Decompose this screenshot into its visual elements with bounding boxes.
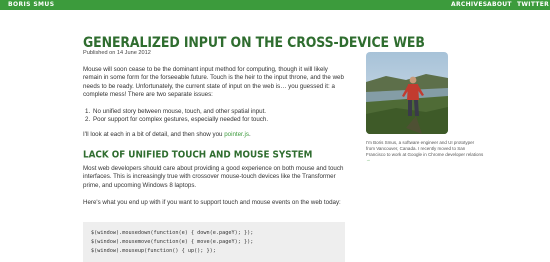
followup-paragraph: I'll look at each in a bit of detail, an… [83, 131, 251, 138]
section-heading: LACK OF UNIFIED TOUCH AND MOUSE SYSTEM [83, 150, 313, 161]
nav-archives-link[interactable]: ARCHIVES [451, 1, 487, 9]
code-block: $(window).mousedown(function(e) { down(e… [83, 222, 345, 262]
code-line: $(window).mousemove(function(e) { move(e… [91, 239, 254, 245]
code-line: $(window).mouseup(function() { up(); }); [91, 248, 216, 254]
publish-date: Published on 14 June 2012 [83, 50, 151, 56]
top-nav-bar: BORIS SMUS ARCHIVES ABOUT TWITTER [0, 0, 550, 10]
code-line: $(window).mousedown(function(e) { down(e… [91, 230, 254, 236]
site-brand-link[interactable]: BORIS SMUS [8, 1, 54, 9]
intro-paragraph: Mouse will soon cease to be the dominant… [83, 66, 344, 98]
nav-about-link[interactable]: ABOUT [487, 1, 512, 9]
list-item: 1. No unified story between mouse, touch,… [85, 108, 267, 115]
pointerjs-link[interactable]: pointer.js [224, 131, 249, 138]
article-title: GENERALIZED INPUT ON THE CROSS-DEVICE WE… [83, 34, 425, 51]
nav-twitter-link[interactable]: TWITTER [517, 1, 549, 9]
bio-more-link[interactable]: → [366, 157, 371, 162]
section-paragraph: Most web developers should care about pr… [83, 165, 344, 189]
section-paragraph-2: Here's what you end up with if you want … [83, 199, 341, 206]
author-bio: I'm Boris Smus, a software engineer and … [366, 140, 484, 163]
list-item: 2. Poor support for complex gestures, esp… [85, 116, 269, 124]
issues-list: 1. No unified story between mouse, touch,… [83, 108, 268, 125]
author-photo [366, 52, 448, 134]
